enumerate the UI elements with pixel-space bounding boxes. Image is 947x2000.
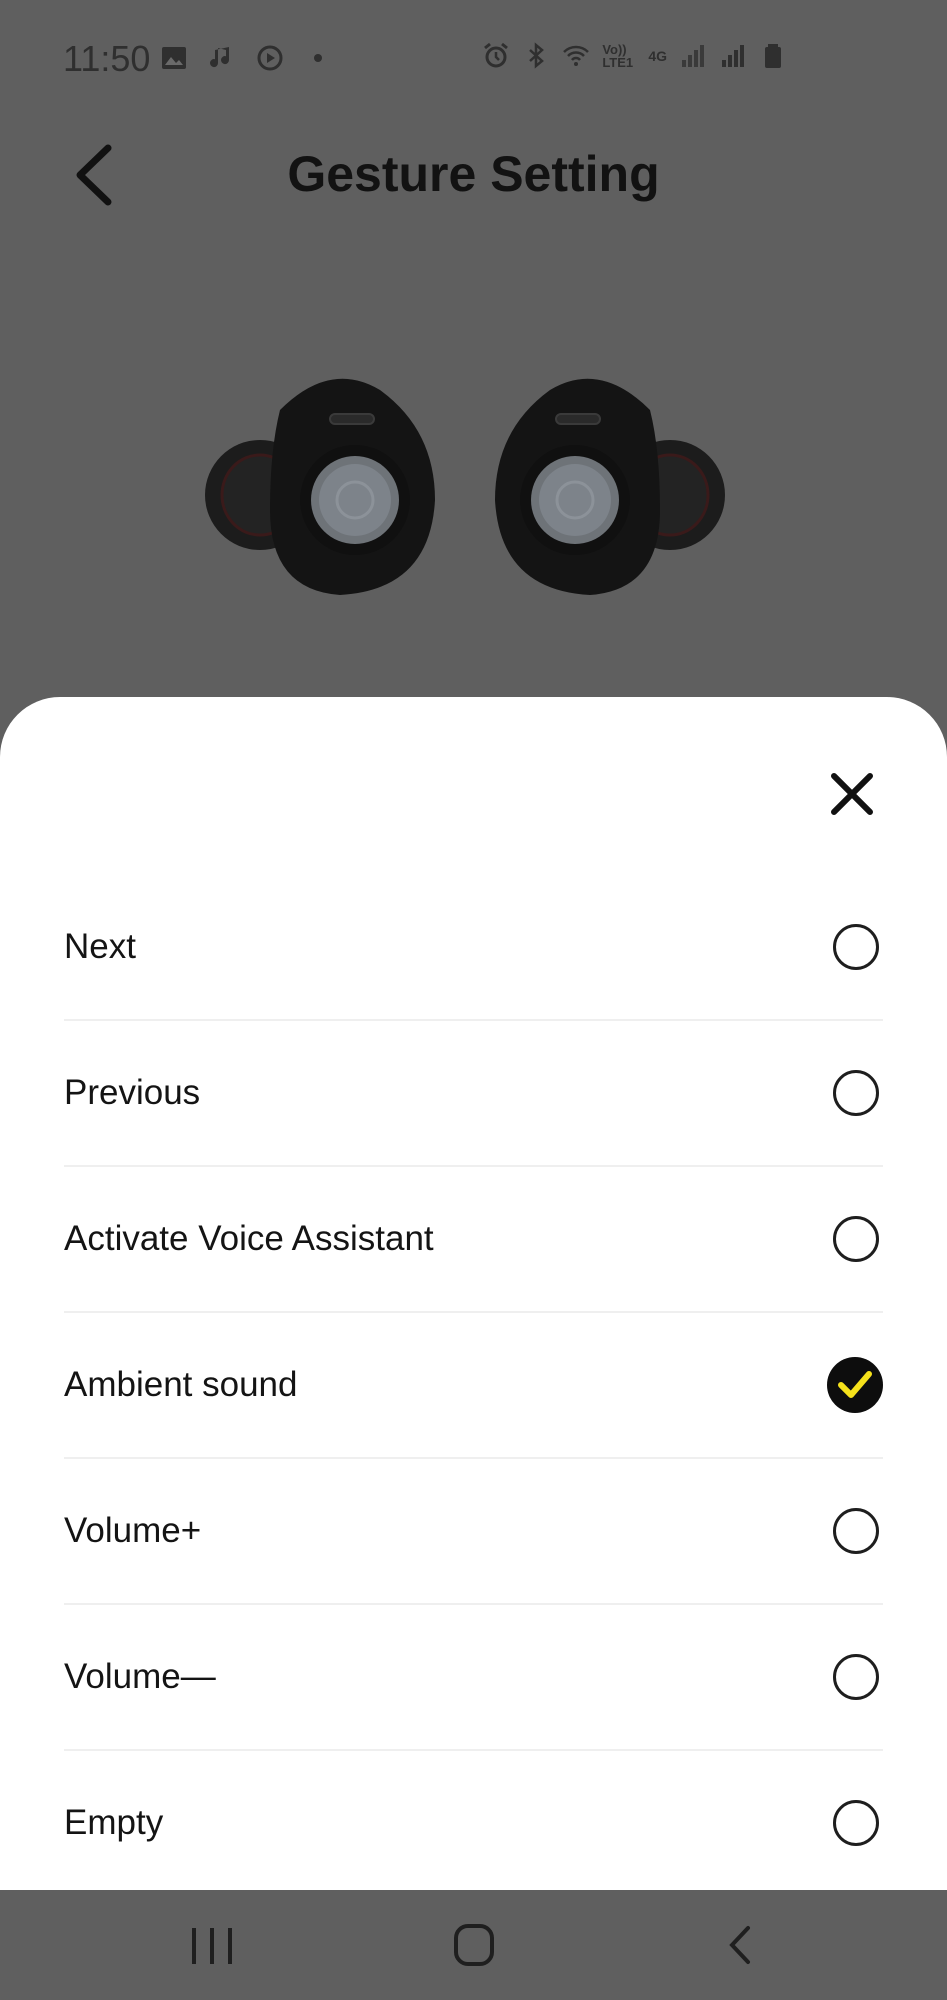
signal-icon (682, 45, 704, 67)
radio-button[interactable] (833, 1654, 879, 1700)
radio-button[interactable] (833, 1070, 879, 1116)
system-nav-bar (0, 1890, 947, 2000)
gesture-option-list: Next Previous Activate Voice Assistant A… (0, 875, 947, 1895)
option-label: Volume— (64, 1657, 216, 1696)
image-icon (162, 47, 186, 69)
radio-button-checked[interactable] (827, 1357, 883, 1413)
wifi-icon (563, 45, 590, 66)
page-title: Gesture Setting (287, 146, 660, 202)
radio-button[interactable] (833, 1508, 879, 1554)
option-empty[interactable]: Empty (64, 1751, 883, 1895)
dot-icon (314, 54, 322, 62)
radio-button[interactable] (833, 1216, 879, 1262)
home-icon[interactable] (414, 1890, 534, 2000)
battery-icon (765, 44, 781, 68)
alarm-icon (484, 42, 509, 68)
option-label: Previous (64, 1073, 201, 1112)
close-icon[interactable] (826, 768, 878, 820)
option-volume-up[interactable]: Volume+ (64, 1459, 883, 1605)
status-time: 11:50 (63, 38, 151, 79)
option-volume-down[interactable]: Volume— (64, 1605, 883, 1751)
earbuds-image (205, 378, 725, 595)
play-circle-icon (257, 45, 283, 71)
bluetooth-icon (529, 42, 545, 69)
back-icon[interactable] (680, 1890, 800, 2000)
option-label: Empty (64, 1803, 164, 1842)
music-icon (210, 47, 230, 68)
signal-icon (722, 45, 744, 67)
option-label: Ambient sound (64, 1365, 298, 1404)
option-activate-voice-assistant[interactable]: Activate Voice Assistant (64, 1167, 883, 1313)
volte-icon: Vo)) LTE1 (602, 42, 634, 70)
option-ambient-sound[interactable]: Ambient sound (64, 1313, 883, 1459)
option-label: Volume+ (64, 1511, 202, 1550)
option-next[interactable]: Next (64, 875, 883, 1021)
radio-button[interactable] (833, 1800, 879, 1846)
status-bar: 11:50 Vo)) LTE1 4G (0, 0, 947, 120)
recents-icon[interactable] (152, 1890, 272, 2000)
check-icon (838, 1371, 872, 1398)
option-label: Next (64, 927, 136, 966)
4g-icon: 4G (648, 48, 667, 64)
option-label: Activate Voice Assistant (64, 1219, 434, 1258)
option-previous[interactable]: Previous (64, 1021, 883, 1167)
radio-button[interactable] (833, 924, 879, 970)
